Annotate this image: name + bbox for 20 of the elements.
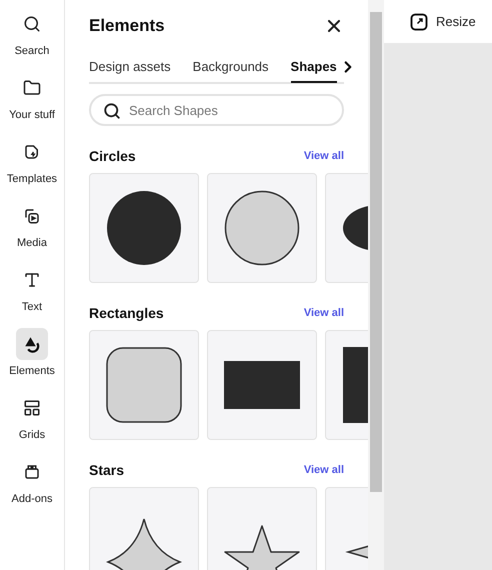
- rail-label: Your stuff: [9, 109, 55, 121]
- view-all-link[interactable]: View all: [304, 464, 344, 476]
- panel-title: Elements: [89, 16, 165, 36]
- rail-label: Text: [22, 301, 42, 313]
- rail-label: Media: [17, 237, 47, 249]
- rail-label: Templates: [6, 173, 58, 185]
- rail-label: Grids: [18, 429, 46, 441]
- tab[interactable]: Design assets: [89, 59, 171, 83]
- section-title: Stars: [89, 462, 124, 478]
- search-field[interactable]: Search Shapes: [89, 94, 344, 126]
- view-all-link[interactable]: View all: [304, 307, 344, 319]
- tab[interactable]: Shapes: [290, 59, 337, 83]
- tab[interactable]: Backgrounds: [192, 59, 269, 83]
- view-all-link[interactable]: View all: [304, 150, 344, 162]
- resize-button[interactable]: Resize: [410, 12, 476, 30]
- rail-label: Search: [14, 45, 50, 57]
- section-title: Circles: [89, 148, 136, 164]
- rail-label: Add-ons: [12, 493, 52, 505]
- section-title: Rectangles: [89, 305, 164, 321]
- rail-label: Elements: [9, 365, 55, 377]
